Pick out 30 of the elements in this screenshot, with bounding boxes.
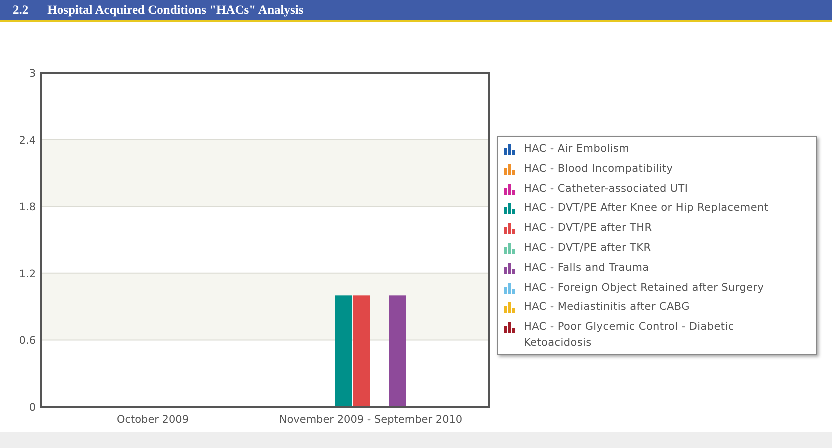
bar-chart-icon [504, 144, 515, 155]
bar-chart-icon [504, 262, 515, 274]
legend-label: HAC - DVT/PE after THR [524, 221, 652, 236]
bar-chart-icon [504, 184, 515, 195]
legend-label: HAC - Catheter-associated UTI [524, 182, 688, 197]
legend-label: HAC - Poor Glycemic Control - Diabetic Ketoacidosis [524, 320, 736, 352]
y-axis-label: 2.4 [19, 134, 36, 147]
bar-chart-icon [504, 322, 515, 334]
y-axis-label: 1.8 [19, 202, 36, 214]
legend-label: HAC - DVT/PE after TKR [524, 240, 652, 256]
legend-label: HAC - Falls and Trauma [524, 260, 650, 276]
y-axis-label: 0.6 [19, 335, 36, 348]
y-axis-label: 0 [29, 402, 36, 414]
bar-chart-icon [504, 164, 515, 175]
bar-chart-icon [504, 302, 515, 314]
bar-chart-icon [504, 203, 515, 214]
legend-label: HAC - DVT/PE After Knee or Hip Replacement [524, 201, 769, 216]
bar-chart-icon [504, 282, 515, 294]
x-axis-label: October 2009 [116, 414, 190, 426]
legend-label: HAC - Blood Incompatibility [524, 162, 674, 177]
y-axis-label: 3 [29, 68, 36, 80]
section-number: 2.2 [13, 2, 29, 18]
x-axis-label: November 2009 - September 2010 [279, 414, 463, 426]
section-title: Hospital Acquired Conditions "HACs" Analysis [48, 2, 304, 18]
bar-chart-icon [504, 242, 515, 254]
bar-chart-icon [504, 223, 515, 234]
legend-label: HAC - Foreign Object Retained after Surgery [524, 280, 764, 296]
legend-label: HAC - Mediastinitis after CABG [524, 300, 690, 316]
y-axis-label: 1.2 [19, 268, 36, 280]
legend-label: HAC - Air Embolism [524, 142, 630, 157]
